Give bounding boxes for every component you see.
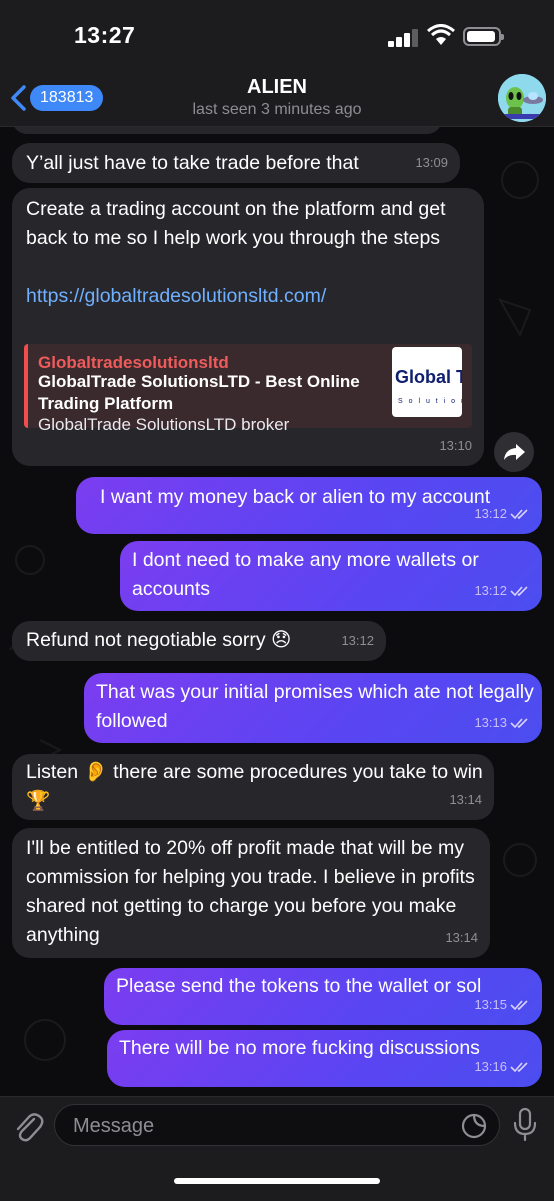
read-checkmarks-icon bbox=[510, 1061, 528, 1072]
status-bar: 13:27 bbox=[0, 0, 554, 70]
message-time: 13:10 bbox=[439, 438, 472, 453]
link-preview-card[interactable]: Globaltradesolutionsltd GlobalTrade Solu… bbox=[24, 344, 472, 434]
message-text: Please send the tokens to the wallet or … bbox=[116, 975, 482, 997]
message-text: That was your initial promises which ate… bbox=[96, 681, 534, 732]
forward-button[interactable] bbox=[494, 432, 534, 472]
link-preview-logo-subtext: S o l u t i o n s bbox=[398, 398, 462, 405]
message-text: There will be no more fucking discussion… bbox=[119, 1037, 480, 1059]
chat-header: 183813 ALIEN last seen 3 minutes ago bbox=[0, 70, 554, 127]
message-text: Refund not negotiable sorry 😞 bbox=[26, 629, 292, 651]
sticker-icon[interactable] bbox=[461, 1113, 487, 1139]
message-bubble-incoming[interactable]: Listen 👂 there are some procedures you t… bbox=[12, 754, 494, 820]
last-seen-status: last seen 3 minutes ago bbox=[192, 101, 362, 118]
chat-title[interactable]: ALIEN bbox=[0, 76, 554, 99]
share-arrow-icon bbox=[504, 444, 525, 460]
message-time: 13:12 bbox=[341, 633, 374, 648]
message-bubble-outgoing[interactable]: There will be no more fucking discussion… bbox=[107, 1030, 542, 1087]
message-link[interactable]: https://globaltradesolutionsltd.com/ bbox=[26, 282, 470, 311]
message-time: 13:13 bbox=[474, 708, 530, 737]
status-time: 13:27 bbox=[74, 22, 136, 48]
link-preview-image: Global Tra S o l u t i o n s bbox=[392, 347, 462, 417]
alien-avatar-icon bbox=[498, 74, 546, 122]
message-time: 13:16 bbox=[474, 1052, 530, 1081]
link-preview-title: GlobalTrade SolutionsLTD - Best Online T… bbox=[38, 372, 360, 413]
message-time: 13:09 bbox=[415, 155, 448, 170]
read-checkmarks-icon bbox=[510, 999, 528, 1010]
microphone-icon[interactable] bbox=[512, 1107, 538, 1143]
read-checkmarks-icon bbox=[510, 717, 528, 728]
message-input[interactable] bbox=[71, 1105, 455, 1147]
message-bubble-incoming[interactable]: I'll be entitled to 20% off profit made … bbox=[12, 828, 490, 958]
message-composer bbox=[0, 1096, 554, 1201]
message-time: 13:12 bbox=[474, 576, 530, 605]
message-time: 13:14 bbox=[445, 930, 478, 945]
message-text: I dont need to make any more wallets or … bbox=[132, 549, 479, 600]
message-input-field[interactable] bbox=[54, 1104, 500, 1147]
message-bubble-outgoing[interactable]: That was your initial promises which ate… bbox=[84, 673, 542, 743]
message-text: I want my money back or alien to my acco… bbox=[100, 486, 491, 508]
read-checkmarks-icon bbox=[510, 508, 528, 519]
message-bubble-outgoing[interactable]: I want my money back or alien to my acco… bbox=[76, 477, 542, 534]
link-preview-description: GlobalTrade SolutionsLTD broker bbox=[38, 415, 290, 434]
message-bubble-incoming-link[interactable]: Create a trading account on the platform… bbox=[12, 188, 484, 466]
wifi-icon bbox=[427, 24, 455, 45]
read-checkmarks-icon bbox=[510, 585, 528, 596]
message-bubble-incoming[interactable]: Y’all just have to take trade before tha… bbox=[12, 143, 460, 183]
message-time: 13:14 bbox=[449, 792, 482, 807]
cellular-signal-icon bbox=[388, 29, 422, 47]
message-bubble-incoming[interactable]: Refund not negotiable sorry 😞 13:12 bbox=[12, 621, 386, 661]
message-bubble-outgoing[interactable]: Please send the tokens to the wallet or … bbox=[104, 968, 542, 1025]
message-bubble-outgoing[interactable]: I dont need to make any more wallets or … bbox=[120, 541, 542, 611]
paperclip-icon[interactable] bbox=[12, 1109, 44, 1145]
home-indicator bbox=[174, 1178, 380, 1184]
message-text: Listen 👂 there are some procedures you t… bbox=[26, 761, 483, 812]
message-text: Create a trading account on the platform… bbox=[26, 198, 446, 249]
message-time: 13:15 bbox=[474, 990, 530, 1019]
contact-avatar[interactable] bbox=[498, 74, 546, 122]
message-text: I'll be entitled to 20% off profit made … bbox=[26, 837, 475, 946]
message-text: Y’all just have to take trade before tha… bbox=[26, 152, 359, 174]
message-time: 13:12 bbox=[474, 499, 530, 528]
battery-icon bbox=[463, 27, 504, 46]
